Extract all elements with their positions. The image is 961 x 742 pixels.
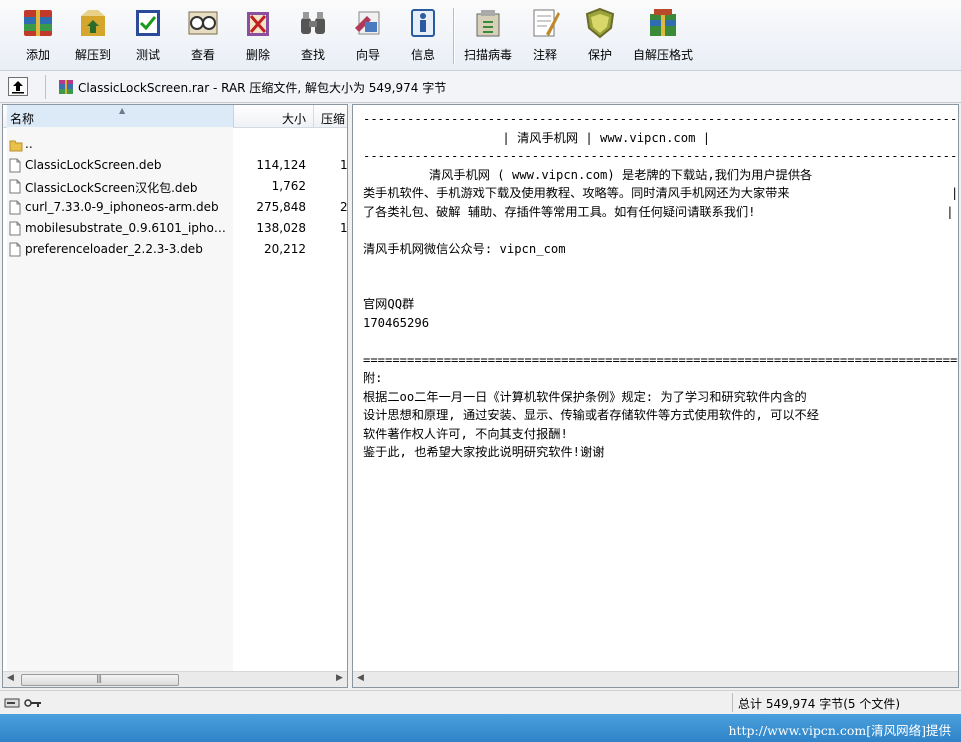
sort-ascending-icon: ▲ [119,106,126,115]
protect-button[interactable]: 保护 [575,6,625,66]
test-button[interactable]: 测试 [124,6,172,66]
extract-to-icon [76,6,110,40]
sfx-archive-icon [646,6,680,40]
file-icon [9,200,21,215]
toolbar-button-label: 添加 [25,48,50,62]
comment-button[interactable]: 注释 [521,6,569,66]
file-icon [9,242,21,257]
file-name: .. [25,137,33,151]
test-icon [131,6,165,40]
footer-credit: http://www.vipcn.com[清风网络]提供 [728,723,951,738]
add-button[interactable]: 添加 [14,6,62,66]
virus-scan-icon [471,6,505,40]
info-button[interactable]: 信息 [398,6,448,66]
toolbar-button-label: 删除 [245,48,270,62]
wizard-icon [351,6,385,40]
file-icon [9,179,21,194]
file-compressed-size: 1 [340,158,348,172]
footer-banner: http://www.vipcn.com[清风网络]提供 [0,714,961,742]
protect-shield-icon [583,6,617,40]
file-row[interactable]: ClassicLockScreen.deb 114,124 1 [3,155,348,176]
status-bar: 总计 549,974 字节(5 个文件) [0,690,961,714]
file-name: ClassicLockScreen.deb [25,158,162,172]
file-row[interactable]: .. [3,134,347,155]
toolbar-button-label: 扫描病毒 [463,48,512,62]
toolbar-button-label: 解压到 [74,48,111,62]
info-icon [406,6,440,40]
file-name: preferenceloader_2.2.3-3.deb [25,242,203,256]
toolbar-button-label: 保护 [587,48,612,62]
comment-icon [528,6,562,40]
toolbar: 添加 解压到 测试 查看 删除 查找 向导 信息 扫描病毒 注释 保护 自解压格… [0,0,961,71]
find-icon [296,6,330,40]
comment-pane[interactable]: ----------------------------------------… [352,104,959,688]
column-divider [313,105,314,127]
sfx-button[interactable]: 自解压格式 [630,6,696,66]
archive-path: ClassicLockScreen.rar - RAR 压缩文件, 解包大小为 … [78,81,447,95]
file-row[interactable]: mobilesubstrate_0.9.6101_iphoneos-arm.de… [3,218,348,239]
column-name-label: 名称 [10,112,35,126]
file-compressed-size: 2 [340,200,348,214]
toolbar-button-label: 测试 [135,48,160,62]
address-separator [45,75,46,99]
scroll-left-icon[interactable]: ◀ [357,673,364,683]
view-button[interactable]: 查看 [178,6,228,66]
virus-scan-button[interactable]: 扫描病毒 [459,6,517,66]
file-size: 275,848 [256,200,306,214]
comment-horizontal-scrollbar[interactable]: ◀ [353,671,958,687]
scroll-right-icon[interactable]: ▶ [336,673,343,683]
extract-to-button[interactable]: 解压到 [66,6,120,66]
find-button[interactable]: 查找 [288,6,338,66]
delete-icon [241,6,275,40]
file-compressed-size: 1 [340,221,348,235]
toolbar-button-label: 向导 [355,48,380,62]
add-archive-icon [21,6,55,40]
file-size: 1,762 [271,179,306,193]
toolbar-button-label: 信息 [410,48,435,62]
status-divider [732,693,733,712]
file-icon [9,158,21,173]
scrollbar-thumb[interactable]: ||| [21,674,179,686]
file-row[interactable]: preferenceloader_2.2.3-3.deb 20,212 [3,239,347,260]
file-icon [9,221,21,236]
toolbar-separator [453,8,455,64]
toolbar-button-label: 查看 [190,48,215,62]
rar-archive-icon [59,80,73,94]
up-folder-button[interactable] [8,77,28,96]
column-header-size[interactable]: 大小 [234,110,306,127]
file-size: 138,028 [256,221,306,235]
file-name: mobilesubstrate_0.9.6101_iphoneos-arm.de… [25,221,229,235]
folder-icon [9,137,23,152]
status-total: 总计 549,974 字节(5 个文件) [738,697,901,711]
view-icon [186,6,220,40]
address-bar: ClassicLockScreen.rar - RAR 压缩文件, 解包大小为 … [0,71,961,103]
column-header-compressed[interactable]: 压缩 [321,110,345,127]
grip-icon: ||| [96,674,102,683]
toolbar-button-label: 注释 [532,48,557,62]
file-size: 20,212 [264,242,306,256]
file-list[interactable]: 名称 ▲ 大小 压缩 .. ClassicLockScreen.deb 114,12… [2,104,348,688]
wizard-button[interactable]: 向导 [343,6,393,66]
file-size: 114,124 [256,158,306,172]
scroll-left-icon[interactable]: ◀ [7,673,14,683]
column-header-name[interactable]: 名称 ▲ [7,105,234,127]
drive-key-icon [4,698,41,708]
file-name: curl_7.33.0-9_iphoneos-arm.deb [25,200,219,214]
file-list-header: 名称 ▲ 大小 压缩 [3,105,347,128]
file-row[interactable]: curl_7.33.0-9_iphoneos-arm.deb 275,848 2 [3,197,348,218]
file-row[interactable]: ClassicLockScreen汉化包.deb 1,762 [3,176,347,197]
delete-button[interactable]: 删除 [234,6,282,66]
toolbar-button-label: 自解压格式 [632,48,693,62]
toolbar-button-label: 查找 [300,48,325,62]
up-folder-icon [12,81,24,94]
horizontal-scrollbar[interactable]: ◀ ||| ▶ [3,671,347,687]
file-name: ClassicLockScreen汉化包.deb [25,181,198,195]
archive-comment: ----------------------------------------… [363,112,959,459]
